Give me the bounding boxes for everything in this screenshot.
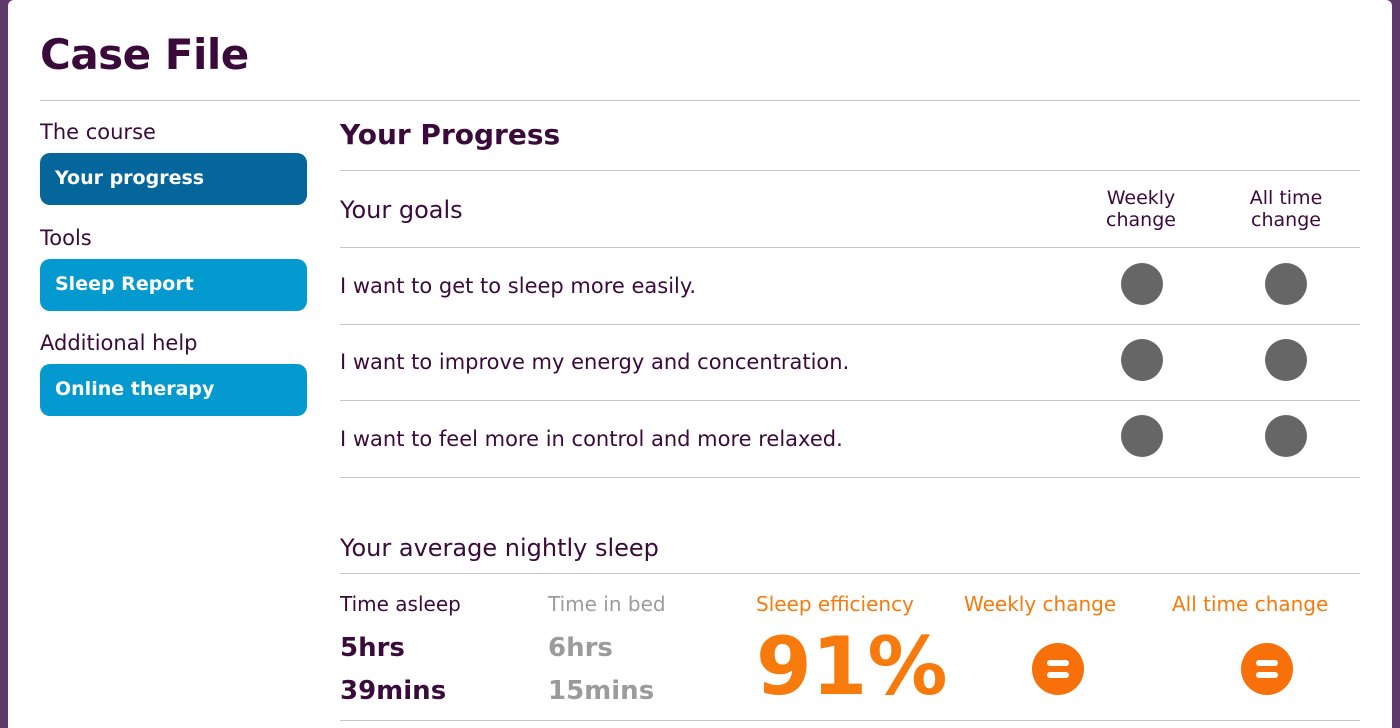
sleep-efficiency-label: Sleep efficiency [756, 592, 914, 616]
goals-col-weekly-header: Weekly change [1086, 187, 1196, 231]
goals-col-alltime-header: All time change [1231, 187, 1341, 231]
goal-divider [340, 324, 1360, 325]
sidebar-heading-additional-help: Additional help [40, 331, 198, 355]
section-divider [340, 170, 1360, 171]
equals-icon [1241, 643, 1293, 695]
goals-col-weekly-line2: change [1106, 209, 1176, 231]
page-title: Case File [40, 30, 249, 79]
alltime-status-dot [1265, 263, 1307, 305]
weekly-change-label: Weekly change [964, 592, 1117, 616]
sidebar-heading-course: The course [40, 120, 156, 144]
sleep-bottom-divider [340, 720, 1360, 721]
goals-col-alltime-line2: change [1251, 209, 1321, 231]
goals-header-divider [340, 247, 1360, 248]
sidebar-button-online-therapy[interactable]: Online therapy [40, 364, 307, 416]
weekly-status-dot [1121, 339, 1163, 381]
weekly-status-dot [1121, 415, 1163, 457]
goal-item: I want to feel more in control and more … [340, 427, 843, 451]
time-asleep-label: Time asleep [340, 592, 461, 616]
time-asleep-hours: 5hrs [340, 633, 405, 663]
alltime-status-dot [1265, 339, 1307, 381]
goal-item: I want to improve my energy and concentr… [340, 350, 850, 374]
section-title: Your Progress [340, 118, 561, 151]
sleep-title: Your average nightly sleep [340, 534, 659, 562]
time-in-bed-hours: 6hrs [548, 633, 613, 663]
goal-divider [340, 477, 1360, 478]
equals-icon [1032, 643, 1084, 695]
goals-col-alltime-line1: All time [1249, 187, 1323, 209]
sidebar-heading-tools: Tools [40, 226, 92, 250]
weekly-status-dot [1121, 263, 1163, 305]
alltime-status-dot [1265, 415, 1307, 457]
sidebar-button-sleep-report[interactable]: Sleep Report [40, 259, 307, 311]
sleep-efficiency-value: 91% [756, 620, 948, 713]
sidebar-button-your-progress[interactable]: Your progress [40, 153, 307, 205]
title-divider [40, 100, 1360, 101]
time-in-bed-mins: 15mins [548, 676, 655, 706]
goals-title: Your goals [340, 196, 463, 224]
sleep-divider [340, 573, 1360, 574]
goal-divider [340, 400, 1360, 401]
time-in-bed-label: Time in bed [548, 592, 666, 616]
time-asleep-mins: 39mins [340, 676, 447, 706]
alltime-change-label: All time change [1172, 592, 1329, 616]
goal-item: I want to get to sleep more easily. [340, 274, 697, 298]
goals-col-weekly-line1: Weekly [1106, 187, 1176, 209]
